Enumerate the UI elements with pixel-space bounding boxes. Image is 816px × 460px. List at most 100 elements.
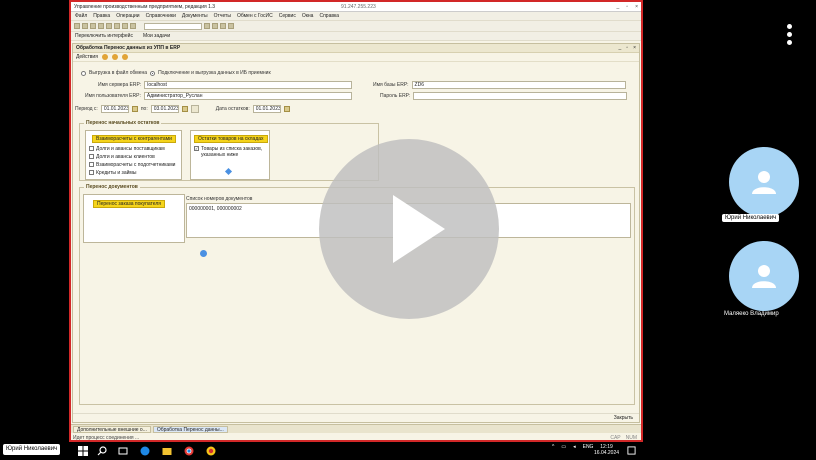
calendar-icon[interactable] <box>220 23 226 29</box>
refresh-icon[interactable] <box>200 250 207 257</box>
info-diamond-icon <box>224 167 233 176</box>
menu-documents[interactable]: Документы <box>182 13 208 19</box>
accountable-checkbox[interactable] <box>89 162 94 167</box>
accountable-label: Взаиморасчеты с подотчетниками <box>96 162 176 168</box>
password-field[interactable] <box>413 92 628 100</box>
network-icon[interactable]: ▭ <box>561 444 566 450</box>
panel-bar: Переключить интерфейс Мои задачи <box>71 32 641 41</box>
period-from-calendar-icon[interactable] <box>131 106 138 112</box>
period-from-field[interactable]: 01.01.2023 <box>100 105 129 113</box>
minimize-icon[interactable]: _ <box>617 4 620 10</box>
form-maximize-icon[interactable]: ▫ <box>626 45 628 51</box>
search-icon[interactable] <box>97 446 107 456</box>
menu-file[interactable]: Файл <box>75 13 87 19</box>
undo-icon[interactable] <box>122 23 128 29</box>
status-text: Идет процесс соединения ... <box>73 434 140 441</box>
info-icon[interactable] <box>121 54 128 60</box>
find-icon[interactable] <box>204 23 210 29</box>
toolbar-search-input[interactable] <box>144 22 202 30</box>
participant-avatar-1 <box>729 147 799 217</box>
menu-help[interactable]: Справка <box>319 13 339 19</box>
copy-icon[interactable] <box>106 23 112 29</box>
maximize-icon[interactable]: ▫ <box>626 4 628 10</box>
play-button[interactable] <box>319 139 499 319</box>
redo-icon[interactable] <box>130 23 136 29</box>
server-field[interactable]: localhost <box>144 81 353 89</box>
paste-icon[interactable] <box>114 23 120 29</box>
run-icon[interactable] <box>101 54 108 60</box>
doc-list-label: Список номеров документов <box>186 196 253 202</box>
stock-option: Товары из списка заказов, указанных ниже <box>194 146 266 158</box>
form-close-icon[interactable]: × <box>633 45 636 51</box>
close-form-button[interactable]: Закрыть <box>614 415 633 421</box>
settlements-button[interactable]: Взаиморасчеты с контрагентами <box>92 135 176 143</box>
user-field[interactable]: Администратор_Руслан <box>143 92 352 100</box>
explorer-icon[interactable] <box>162 446 172 456</box>
menu-service[interactable]: Сервис <box>279 13 296 19</box>
open-icon[interactable] <box>82 23 88 29</box>
menu-reports[interactable]: Отчеты <box>214 13 231 19</box>
menu-windows[interactable]: Окна <box>302 13 314 19</box>
menu-edit[interactable]: Правка <box>93 13 110 19</box>
switch-interface-button[interactable]: Переключить интерфейс <box>75 33 133 39</box>
period-to-calendar-icon[interactable] <box>181 106 188 112</box>
balance-date-label: Дата остатков: <box>215 106 250 112</box>
num-indicator: NUM <box>625 434 637 441</box>
volume-icon[interactable]: ◂ <box>573 444 576 450</box>
balance-date-calendar-icon[interactable] <box>283 106 290 112</box>
user-silhouette-icon <box>752 265 776 288</box>
calculator-icon[interactable] <box>212 23 218 29</box>
period-row: Период с: 01.01.2023 по: 03.01.2023 Дата… <box>75 105 290 113</box>
client-debts-label: Долги и авансы клиентов <box>96 154 155 160</box>
app-titlebar: Управление производственным предприятием… <box>71 2 641 12</box>
supplier-debts-checkbox[interactable] <box>89 146 94 151</box>
tray-chevron-icon[interactable]: ^ <box>552 444 554 450</box>
settlements-panel: Взаиморасчеты с контрагентами Долги и ав… <box>85 130 182 180</box>
participant-avatar-2 <box>729 241 799 311</box>
period-select-button[interactable] <box>190 105 199 113</box>
mode-connect-radio[interactable] <box>150 70 156 76</box>
1c-app-icon[interactable] <box>206 446 216 456</box>
db-field[interactable]: ZD6 <box>411 81 626 89</box>
stock-button[interactable]: Остатки товаров на складах <box>194 135 268 143</box>
main-toolbar <box>71 21 641 32</box>
help-icon[interactable] <box>228 23 234 29</box>
mode-connect-label: Подключение и выгрузка данных в ИБ прием… <box>158 70 271 76</box>
chrome-icon[interactable] <box>184 446 194 456</box>
notifications-icon[interactable] <box>627 446 636 455</box>
form-minimize-icon[interactable]: _ <box>619 45 622 51</box>
save-icon[interactable] <box>90 23 96 29</box>
tab-external-processing[interactable]: Дополнительные внешние о... <box>73 425 151 433</box>
loans-checkbox[interactable] <box>89 170 94 175</box>
stock-checkbox[interactable] <box>194 146 199 151</box>
balance-date-field[interactable]: 01.01.2023 <box>252 105 281 113</box>
user-silhouette-icon <box>752 171 776 194</box>
play-icon <box>393 195 445 263</box>
balances-group: Перенос начальных остатков Взаиморасчеты… <box>79 120 379 181</box>
supplier-debts-option: Долги и авансы поставщикам <box>89 146 165 152</box>
new-icon[interactable] <box>74 23 80 29</box>
menu-catalogs[interactable]: Справочники <box>146 13 176 19</box>
status-indicators: CAP NUM <box>610 435 641 441</box>
settings-icon[interactable] <box>111 54 118 60</box>
user-label: Имя пользователя ERP: <box>85 93 141 99</box>
loans-label: Кредиты и займы <box>96 170 137 176</box>
more-options-icon[interactable] <box>787 24 792 45</box>
edge-icon[interactable] <box>140 446 150 456</box>
system-clock[interactable]: 12:19 16.04.2024 <box>594 444 619 456</box>
task-view-icon[interactable] <box>118 446 128 456</box>
close-icon[interactable]: × <box>635 4 638 10</box>
windows-start-icon[interactable] <box>78 446 88 456</box>
menu-operations[interactable]: Операции <box>116 13 139 19</box>
menu-gosis[interactable]: Обмен с ГосИС <box>237 13 273 19</box>
client-debts-checkbox[interactable] <box>89 154 94 159</box>
tab-transfer-processing[interactable]: Обработка Перенос данны... <box>152 425 228 433</box>
mode-export-radio[interactable] <box>81 70 86 76</box>
actions-menu-button[interactable]: Действия <box>76 54 98 60</box>
stock-label: Товары из списка заказов, указанных ниже <box>201 146 263 158</box>
cut-icon[interactable] <box>98 23 104 29</box>
language-indicator[interactable]: ENG <box>583 444 594 450</box>
my-tasks-button[interactable]: Мои задачи <box>143 33 170 39</box>
transfer-orders-button[interactable]: Перенос заказа покупателя <box>93 200 166 208</box>
period-to-field[interactable]: 03.01.2023 <box>150 105 179 113</box>
